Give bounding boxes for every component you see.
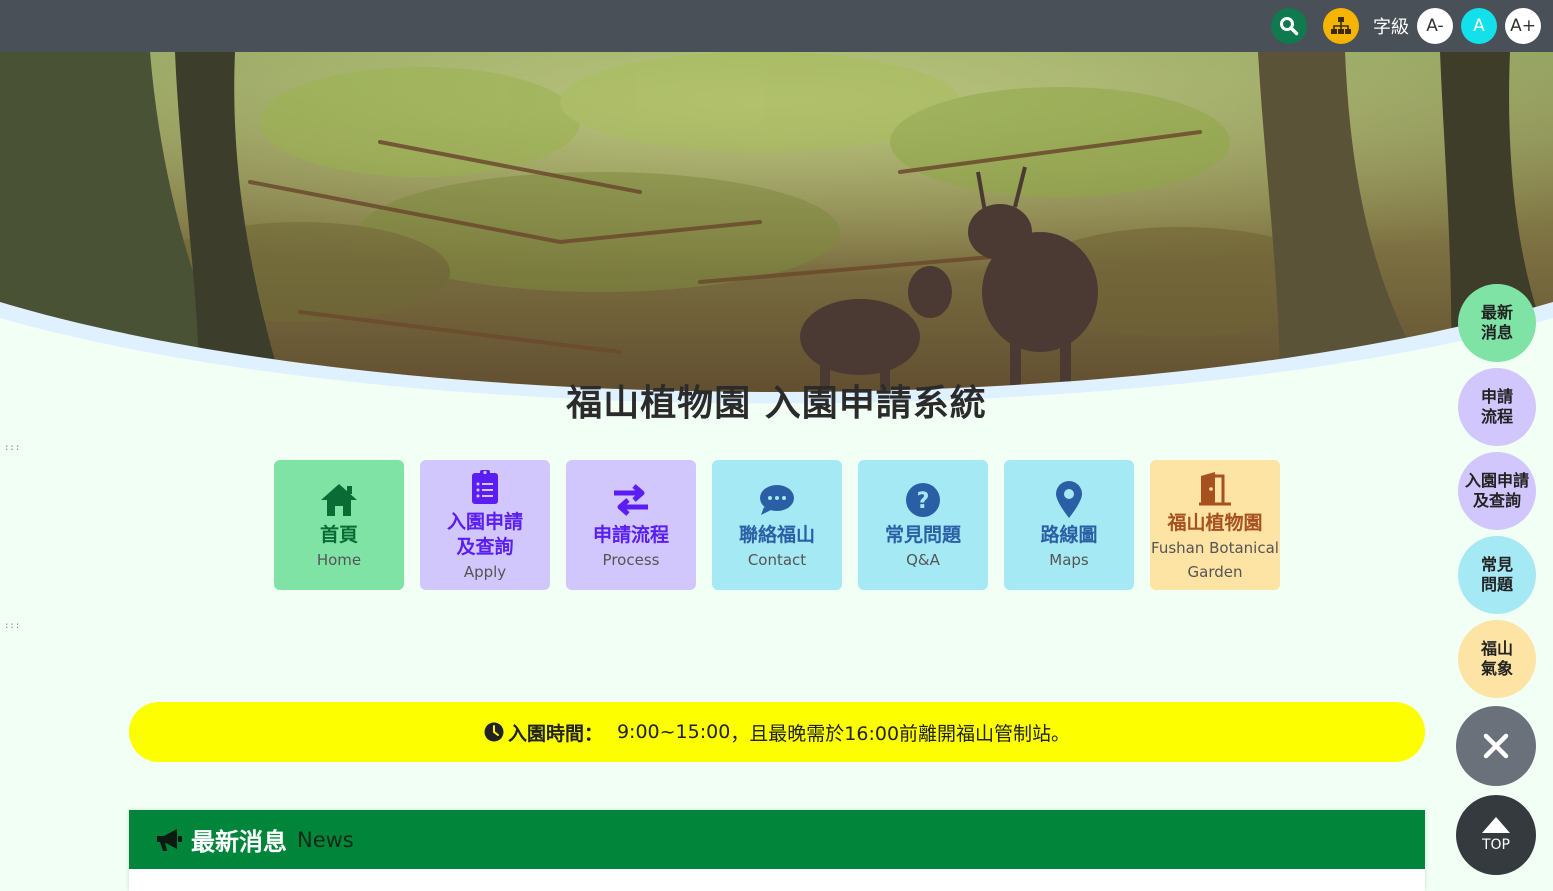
- svg-text:?: ?: [917, 489, 930, 514]
- font-large-button[interactable]: A+: [1505, 8, 1541, 44]
- menu-tile-sublabel: Home: [316, 550, 362, 569]
- menu-tile-sublabel: Process: [602, 550, 660, 569]
- menu-tile-label: 申請流程: [592, 523, 669, 546]
- sitemap-icon: [1331, 17, 1351, 34]
- menu-tile-label: 路線圖: [1040, 523, 1098, 546]
- top-bar: 字級 A- A A+: [0, 0, 1553, 52]
- menu-tile-sublabel: Maps: [1049, 550, 1089, 569]
- back-to-top-button[interactable]: TOP: [1456, 795, 1536, 875]
- sitemap-button[interactable]: [1323, 8, 1359, 44]
- menu-tile-label: 福山植物園: [1167, 511, 1263, 534]
- side-menu: 最新 消息 申請 流程 入園申請 及查詢 常見 問題 福山 氣象: [1458, 284, 1536, 698]
- opening-hours-notice: 入園時間： 9:00~15:00 ，且最晚需於16:00前離開福山管制站。: [129, 702, 1425, 762]
- menu-tile-label: 常見問題: [884, 523, 961, 546]
- quick-menu: 首頁 Home 入園申請 及查詢 Apply 申請流程 Process 聯絡福山…: [274, 460, 1280, 590]
- news-header: 最新消息 News: [129, 810, 1425, 869]
- back-to-top-label: TOP: [1481, 837, 1510, 853]
- news-title-en: News: [297, 827, 354, 852]
- notice-hours: 9:00~15:00: [616, 721, 731, 743]
- side-item-process[interactable]: 申請 流程: [1458, 368, 1536, 446]
- hero-banner: [0, 52, 1553, 412]
- menu-tile-sublabel: Fushan Botanical Garden: [1151, 538, 1279, 581]
- menu-tile-fushan-garden[interactable]: 福山植物園 Fushan Botanical Garden: [1150, 460, 1280, 590]
- menu-tile-home[interactable]: 首頁 Home: [274, 460, 404, 590]
- menu-tile-label: 入園申請 及查詢: [446, 511, 523, 558]
- accesskey-center[interactable]: :::: [4, 444, 20, 453]
- side-menu-close-button[interactable]: [1456, 706, 1536, 786]
- chat-bubble-icon: [760, 484, 794, 515]
- menu-tile-apply[interactable]: 入園申請 及查詢 Apply: [420, 460, 550, 590]
- home-icon: [321, 483, 357, 516]
- menu-tile-process[interactable]: 申請流程 Process: [566, 460, 696, 590]
- side-item-apply[interactable]: 入園申請 及查詢: [1458, 452, 1536, 530]
- chevron-up-icon: [1482, 817, 1510, 833]
- side-item-qa[interactable]: 常見 問題: [1458, 536, 1536, 614]
- door-open-icon: [1199, 471, 1231, 505]
- side-item-weather[interactable]: 福山 氣象: [1458, 620, 1536, 698]
- side-item-news[interactable]: 最新 消息: [1458, 284, 1536, 362]
- menu-tile-label: 聯絡福山: [738, 523, 815, 546]
- question-circle-icon: ?: [906, 482, 940, 517]
- megaphone-icon: [157, 828, 182, 851]
- map-pin-icon: [1056, 480, 1082, 518]
- news-section: 最新消息 News: [129, 810, 1425, 891]
- menu-tile-sublabel: Q&A: [906, 550, 940, 569]
- menu-tile-label: 首頁: [319, 523, 358, 546]
- font-normal-button[interactable]: A: [1461, 8, 1497, 44]
- hero-forest-image: [0, 52, 1553, 412]
- notice-text: ，且最晚需於16:00前離開福山管制站。: [730, 722, 1071, 745]
- font-size-label: 字級: [1373, 17, 1409, 38]
- news-title: 最新消息: [191, 828, 287, 856]
- search-icon: [1280, 17, 1299, 36]
- search-button[interactable]: [1271, 8, 1307, 44]
- clock-icon: [484, 722, 504, 742]
- close-icon: [1483, 733, 1509, 759]
- menu-tile-maps[interactable]: 路線圖 Maps: [1004, 460, 1134, 590]
- clipboard-list-icon: [472, 470, 498, 504]
- top-tools: 字級 A- A A+: [1271, 8, 1541, 44]
- accesskey-bottom[interactable]: :::: [4, 622, 20, 631]
- menu-tile-sublabel: Apply: [463, 563, 507, 581]
- site-title: 福山植物園 入園申請系統: [566, 383, 987, 424]
- menu-tile-qa[interactable]: ? 常見問題 Q&A: [858, 460, 988, 590]
- font-small-button[interactable]: A-: [1417, 8, 1453, 44]
- menu-tile-sublabel: Contact: [747, 550, 807, 569]
- notice-label: 入園時間：: [507, 722, 603, 745]
- exchange-arrows-icon: [614, 483, 648, 516]
- menu-tile-contact[interactable]: 聯絡福山 Contact: [712, 460, 842, 590]
